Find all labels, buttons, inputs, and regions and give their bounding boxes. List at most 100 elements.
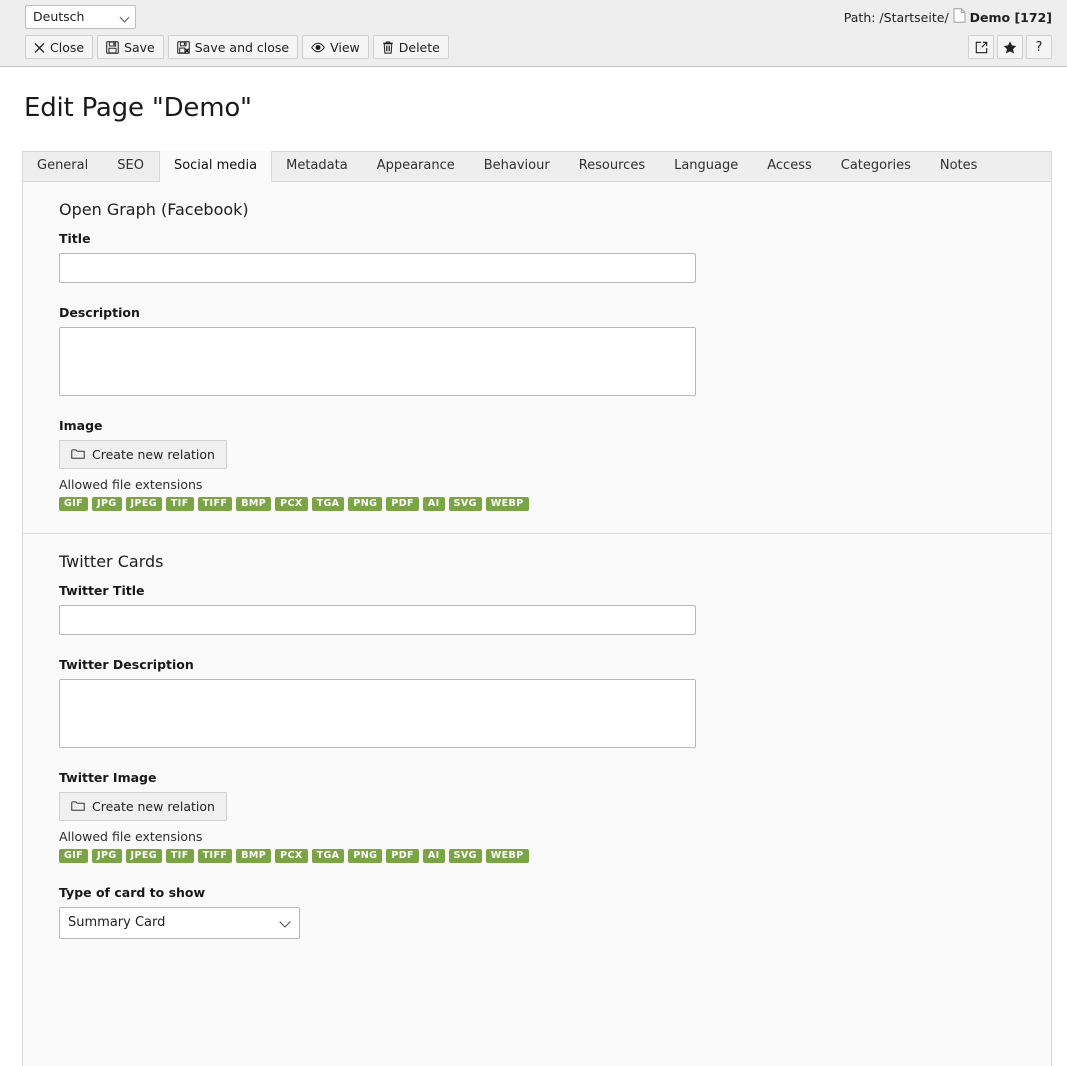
close-button-label: Close (50, 40, 84, 55)
close-button[interactable]: Close (25, 35, 93, 59)
chevron-down-icon (120, 13, 130, 23)
tab-metadata[interactable]: Metadata (272, 151, 363, 181)
twitter-title-input[interactable] (59, 605, 696, 635)
breadcrumb-path: Path: /Startseite/ Demo [172] (844, 8, 1052, 26)
og-allowed-extensions-badges: GIF JPG JPEG TIF TIFF BMP PCX TGA PNG PD… (59, 497, 1027, 511)
extension-badge: AI (423, 497, 445, 511)
extension-badge: JPEG (126, 849, 162, 863)
save-and-close-button[interactable]: Save and close (168, 35, 298, 59)
extension-badge: TIFF (198, 849, 233, 863)
view-button[interactable]: View (302, 35, 369, 59)
close-x-icon (34, 42, 45, 53)
twitter-create-new-relation-button[interactable]: Create new relation (59, 792, 227, 821)
tab-general[interactable]: General (23, 151, 103, 181)
extension-badge: TIFF (198, 497, 233, 511)
page-title: Edit Page "Demo" (24, 93, 1067, 123)
twitter-card-type-value: Summary Card (68, 915, 165, 930)
social-media-panel: Open Graph (Facebook) Title Description … (22, 181, 1052, 1066)
save-button[interactable]: Save (97, 35, 164, 59)
extension-badge: WEBP (486, 497, 529, 511)
open-graph-legend: Open Graph (Facebook) (59, 200, 1027, 219)
floppy-save-close-icon (177, 41, 190, 54)
eye-icon (311, 42, 325, 53)
extension-badge: SVG (449, 497, 482, 511)
og-description-field: Description (59, 305, 1027, 396)
twitter-card-type-select[interactable]: Summary Card (59, 907, 300, 939)
twitter-card-type-select-wrapper: Summary Card (59, 907, 300, 939)
document-action-buttons: Close Save (25, 35, 449, 59)
page-document-icon (953, 8, 966, 26)
module-docheader: Deutsch Close Save (0, 0, 1067, 67)
twitter-allowed-extensions-badges: GIF JPG JPEG TIF TIFF BMP PCX TGA PNG PD… (59, 849, 1027, 863)
twitter-create-new-relation-label: Create new relation (92, 799, 215, 814)
tab-resources[interactable]: Resources (565, 151, 660, 181)
tab-behaviour[interactable]: Behaviour (470, 151, 565, 181)
extension-badge: PDF (386, 497, 419, 511)
twitter-image-field: Twitter Image Create new relation Allowe… (59, 770, 1027, 863)
bookmark-star-icon[interactable] (997, 35, 1023, 59)
open-graph-fieldset: Open Graph (Facebook) Title Description … (23, 182, 1051, 533)
tab-notes[interactable]: Notes (926, 151, 993, 181)
language-select-value: Deutsch (33, 9, 84, 24)
extension-badge: GIF (59, 849, 88, 863)
og-title-field: Title (59, 231, 1027, 283)
extension-badge: AI (423, 849, 445, 863)
form-tabs: General SEO Social media Metadata Appear… (22, 151, 1052, 181)
extension-badge: PCX (275, 497, 307, 511)
og-description-label: Description (59, 305, 1027, 320)
tab-language[interactable]: Language (660, 151, 753, 181)
og-create-new-relation-button[interactable]: Create new relation (59, 440, 227, 469)
twitter-cards-legend: Twitter Cards (59, 552, 1027, 571)
extension-badge: PCX (275, 849, 307, 863)
tab-appearance[interactable]: Appearance (363, 151, 470, 181)
save-button-label: Save (124, 40, 155, 55)
extension-badge: TIF (166, 849, 194, 863)
breadcrumb-prefix: Path: /Startseite/ (844, 10, 949, 25)
twitter-card-type-label: Type of card to show (59, 885, 1027, 900)
extension-badge: TIF (166, 497, 194, 511)
floppy-save-icon (106, 41, 119, 54)
extension-badge: PNG (348, 849, 382, 863)
docheader-icon-buttons: ? (968, 35, 1052, 59)
twitter-image-label: Twitter Image (59, 770, 1027, 785)
tab-seo[interactable]: SEO (103, 151, 159, 181)
twitter-description-label: Twitter Description (59, 657, 1027, 672)
extension-badge: BMP (236, 497, 271, 511)
trash-icon (382, 41, 394, 54)
extension-badge: PNG (348, 497, 382, 511)
twitter-allowed-extensions-caption: Allowed file extensions (59, 829, 1027, 844)
extension-badge: GIF (59, 497, 88, 511)
extension-badge: JPEG (126, 497, 162, 511)
language-select[interactable]: Deutsch (25, 5, 136, 29)
twitter-description-textarea[interactable] (59, 679, 696, 748)
folder-icon (71, 799, 85, 814)
view-button-label: View (330, 40, 360, 55)
twitter-title-field: Twitter Title (59, 583, 1027, 635)
twitter-cards-fieldset: Twitter Cards Twitter Title Twitter Desc… (23, 533, 1051, 965)
og-image-label: Image (59, 418, 1027, 433)
og-image-field: Image Create new relation Allowed file e… (59, 418, 1027, 511)
folder-icon (71, 447, 85, 462)
extension-badge: PDF (386, 849, 419, 863)
twitter-card-type-field: Type of card to show Summary Card (59, 885, 1027, 943)
breadcrumb-page-title: Demo [172] (970, 10, 1052, 25)
extension-badge: TGA (312, 497, 345, 511)
tab-social-media[interactable]: Social media (159, 151, 272, 182)
open-in-new-window-icon[interactable] (968, 35, 994, 59)
extension-badge: TGA (312, 849, 345, 863)
og-description-textarea[interactable] (59, 327, 696, 396)
extension-badge: JPG (92, 497, 122, 511)
og-title-input[interactable] (59, 253, 696, 283)
save-and-close-button-label: Save and close (195, 40, 289, 55)
help-question-icon[interactable]: ? (1026, 35, 1052, 59)
help-question-glyph: ? (1036, 40, 1043, 55)
extension-badge: SVG (449, 849, 482, 863)
og-create-new-relation-label: Create new relation (92, 447, 215, 462)
delete-button[interactable]: Delete (373, 35, 449, 59)
form-tabs-wrapper: General SEO Social media Metadata Appear… (22, 151, 1052, 1066)
og-allowed-extensions-caption: Allowed file extensions (59, 477, 1027, 492)
tab-access[interactable]: Access (753, 151, 827, 181)
extension-badge: WEBP (486, 849, 529, 863)
tab-categories[interactable]: Categories (827, 151, 926, 181)
og-title-label: Title (59, 231, 1027, 246)
